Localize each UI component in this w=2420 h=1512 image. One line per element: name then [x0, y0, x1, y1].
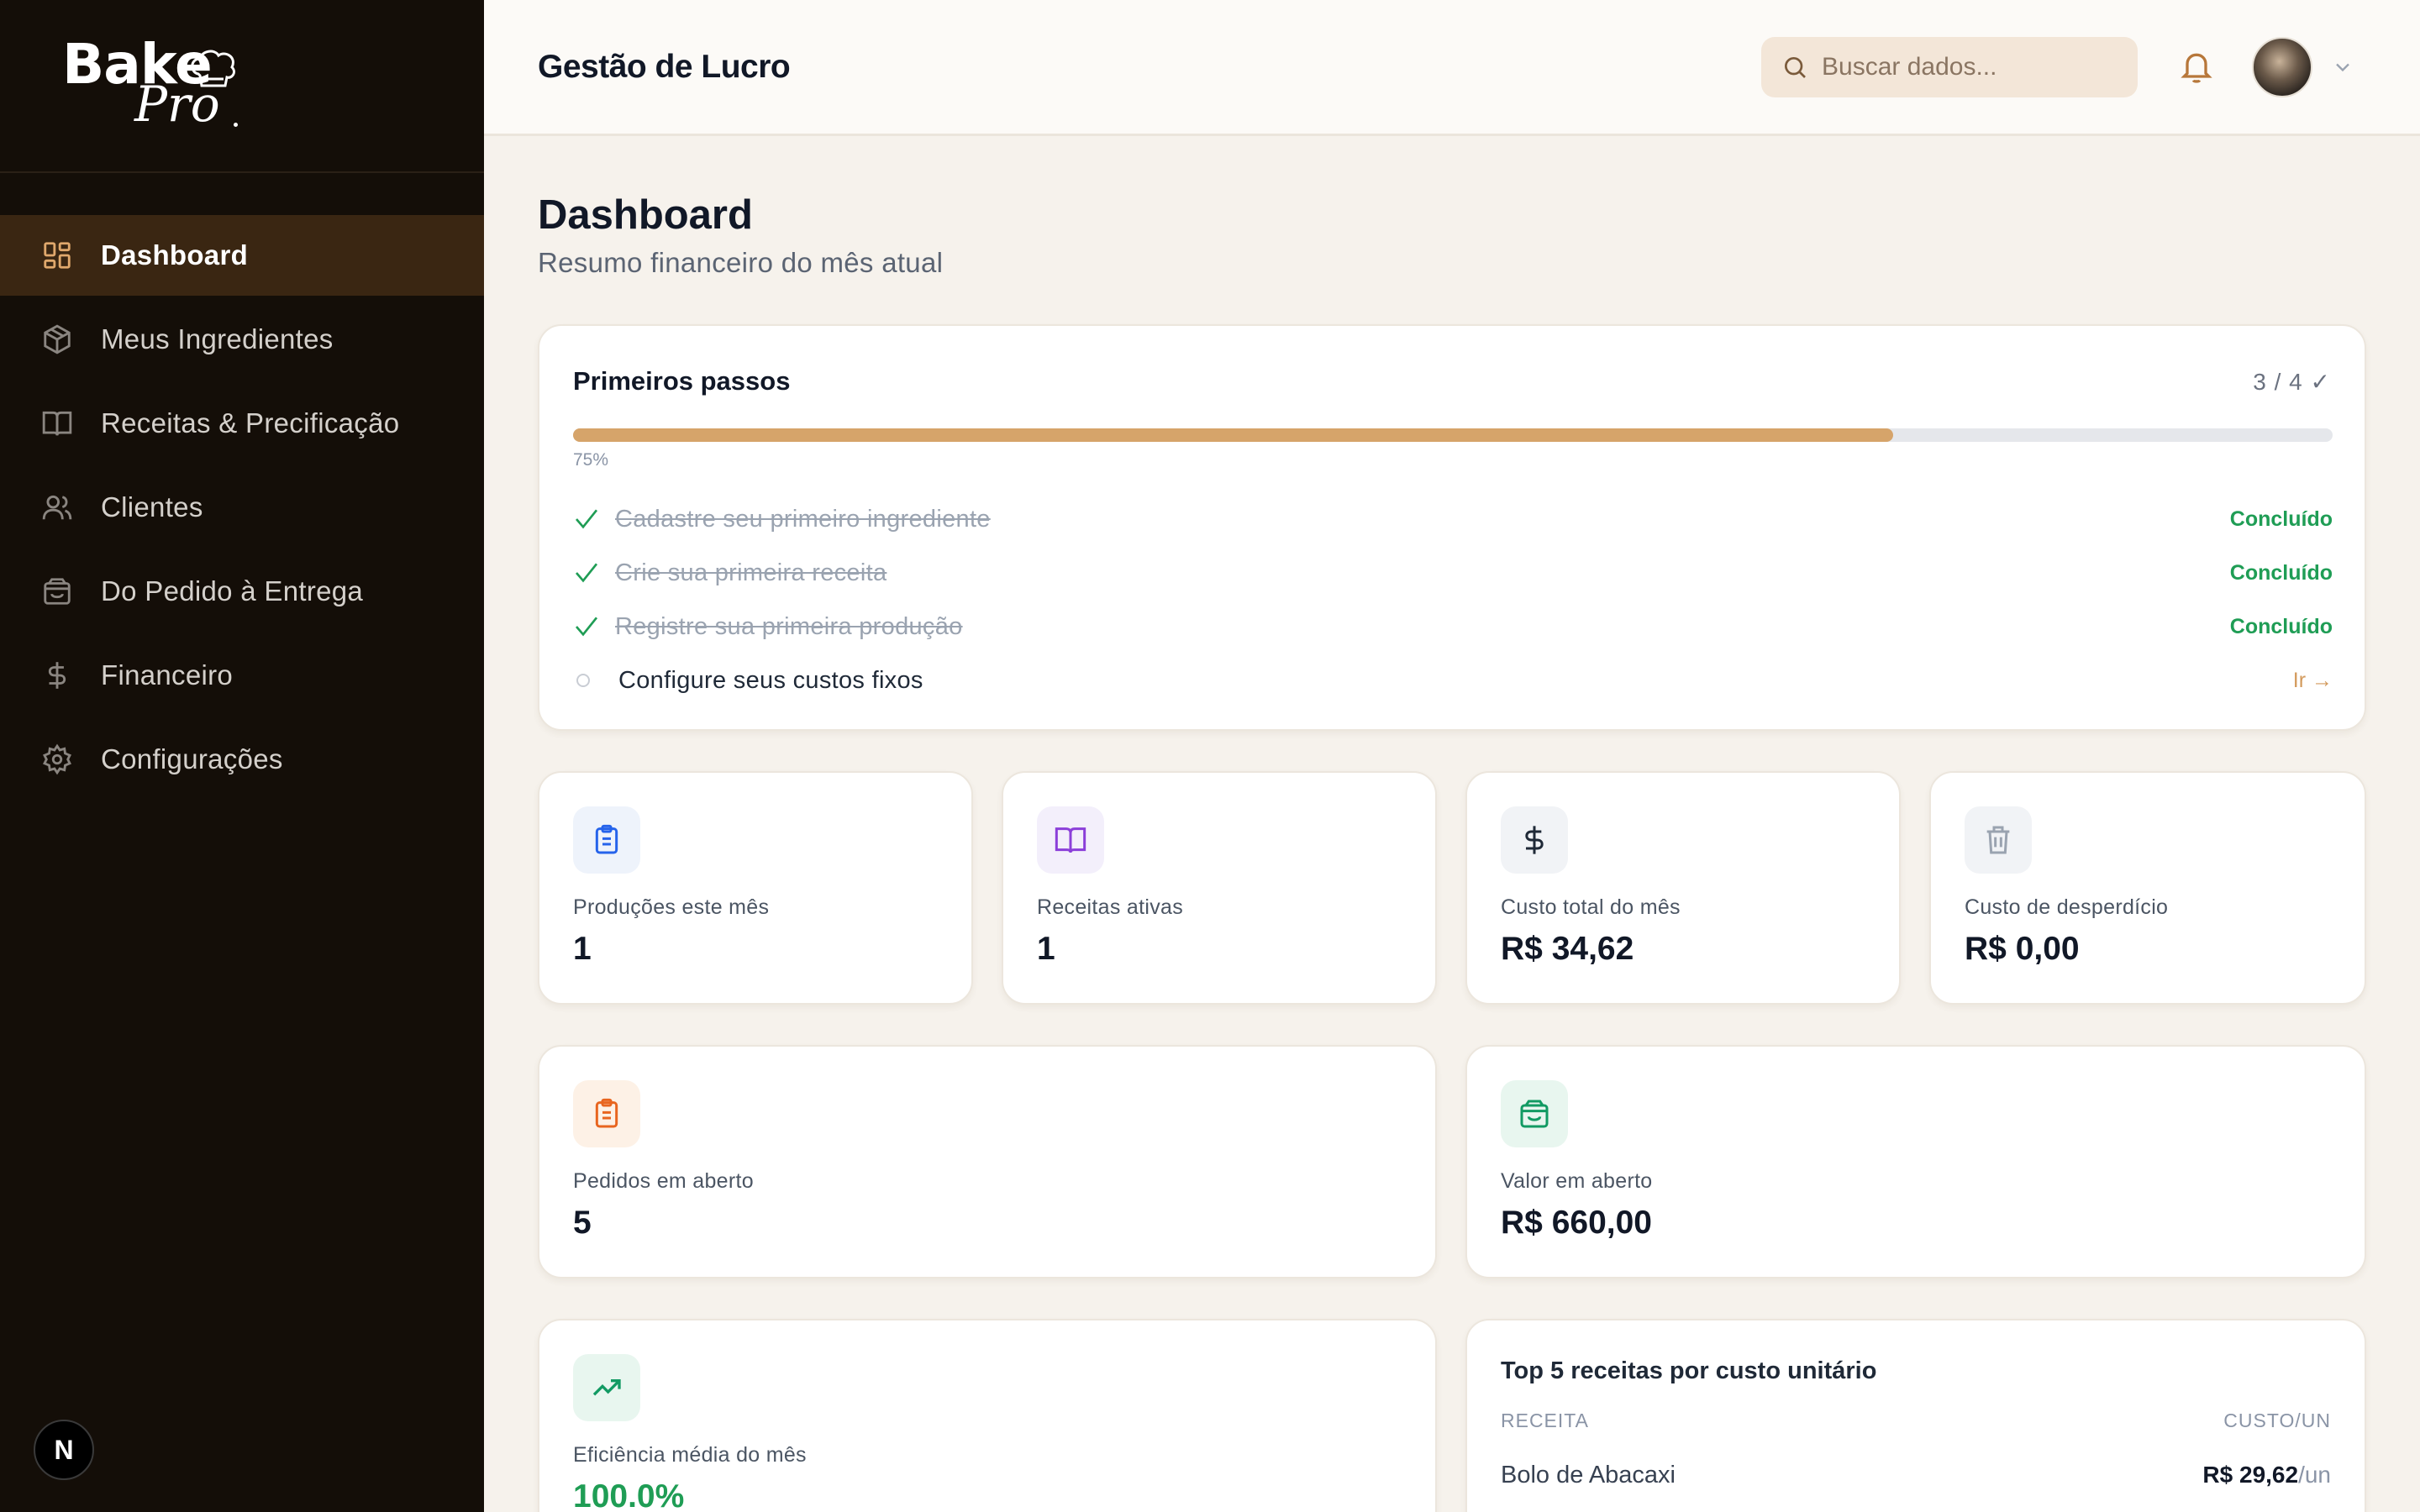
- sidebar-item-label: Clientes: [101, 491, 203, 522]
- logo-subtext: Pro: [134, 76, 220, 133]
- clipboard-icon: [573, 1080, 640, 1147]
- column-header-cost: CUSTO/UN: [2223, 1410, 2331, 1431]
- bag-icon: [40, 575, 74, 608]
- dollar-icon: [1501, 806, 1568, 874]
- stat-title: Receitas ativas: [1037, 895, 1184, 919]
- stat-title: Pedidos em aberto: [573, 1169, 754, 1193]
- sidebar-item-clientes[interactable]: Clientes: [0, 467, 484, 548]
- sidebar-item-label: Receitas & Precificação: [101, 407, 400, 438]
- stat-card-valor-aberto: Valor em aberto R$ 660,00: [1465, 1045, 2366, 1278]
- trash-icon: [1965, 806, 2032, 874]
- avatar[interactable]: [2252, 37, 2312, 97]
- sidebar-item-receitas[interactable]: Receitas & Precificação: [0, 383, 484, 464]
- check-icon: [575, 617, 598, 637]
- progress-bar: [573, 428, 2333, 442]
- dev-badge[interactable]: N: [34, 1420, 94, 1480]
- stat-card-custo-total: Custo total do mês R$ 34,62: [1465, 771, 1901, 1005]
- users-icon: [40, 491, 74, 524]
- recipe-cost: R$ 29,62/un: [2202, 1462, 2331, 1488]
- cost-unit: /un: [2298, 1462, 2331, 1488]
- topbar: Gestão de Lucro: [484, 0, 2420, 136]
- app-root: Bake Pro Dashboard Meus Ingredientes Rec…: [0, 0, 2420, 1512]
- stat-card-eficiencia: Eficiência média do mês 100.0%: [538, 1319, 1437, 1512]
- sidebar-item-financeiro[interactable]: Financeiro: [0, 635, 484, 716]
- recipe-name: Bolo de Abacaxi: [1501, 1462, 1676, 1488]
- book-icon: [40, 407, 74, 440]
- clipboard-icon: [573, 806, 640, 874]
- stat-card-desperdicio: Custo de desperdício R$ 0,00: [1929, 771, 2366, 1005]
- stat-card-pedidos-abertos: Pedidos em aberto 5: [538, 1045, 1437, 1278]
- step-label: Crie sua primeira receita: [615, 559, 887, 586]
- search-box[interactable]: [1761, 37, 2138, 97]
- chevron-down-icon[interactable]: [2331, 55, 2354, 79]
- trending-up-icon: [573, 1354, 640, 1421]
- sidebar-item-label: Meus Ingredientes: [101, 323, 334, 354]
- gear-icon: [40, 743, 74, 776]
- main-area: Gestão de Lucro Dashboard Resumo finance…: [484, 0, 2420, 1512]
- shopping-bag-icon: [1501, 1080, 1568, 1147]
- sidebar-item-label: Dashboard: [101, 239, 249, 270]
- onboarding-count: 3 / 4 ✓: [2253, 369, 2331, 395]
- stat-card-producoes: Produções este mês 1: [538, 771, 973, 1005]
- stat-title: Custo de desperdício: [1965, 895, 2169, 919]
- step-label: Configure seus custos fixos: [618, 666, 923, 694]
- onboarding-title: Primeiros passos: [573, 366, 791, 396]
- check-icon: [575, 509, 598, 529]
- sidebar: Bake Pro Dashboard Meus Ingredientes Rec…: [0, 0, 484, 1512]
- progress-fill: [573, 428, 1893, 442]
- header-title: Gestão de Lucro: [538, 48, 791, 85]
- onboarding-step[interactable]: Crie sua primeira receita Concluído: [573, 556, 2333, 590]
- stat-value: R$ 34,62: [1501, 931, 1634, 967]
- stat-title: Valor em aberto: [1501, 1169, 1653, 1193]
- cost-value: R$ 29,62: [2202, 1462, 2299, 1488]
- sidebar-item-label: Do Pedido à Entrega: [101, 575, 364, 606]
- stat-value: 5: [573, 1205, 592, 1241]
- circle-icon: [576, 674, 590, 687]
- progress-label: 75%: [573, 450, 609, 470]
- step-go-link[interactable]: Ir →: [2293, 669, 2333, 693]
- page-title: Dashboard: [538, 192, 753, 238]
- onboarding-card: Primeiros passos 3 / 4 ✓ 75% Cadastre se…: [538, 324, 2366, 731]
- sidebar-item-label: Configurações: [101, 743, 283, 774]
- step-label: Cadastre seu primeiro ingrediente: [615, 505, 991, 533]
- stat-value: 100.0%: [573, 1478, 685, 1512]
- step-status: Concluído: [2229, 507, 2333, 531]
- sidebar-item-dashboard[interactable]: Dashboard: [0, 215, 484, 296]
- stat-title: Eficiência média do mês: [573, 1443, 807, 1467]
- box-icon: [40, 323, 74, 356]
- search-input[interactable]: [1822, 53, 2124, 81]
- column-header-recipe: RECEITA: [1501, 1410, 1589, 1431]
- stat-title: Custo total do mês: [1501, 895, 1681, 919]
- page-subtitle: Resumo financeiro do mês atual: [538, 247, 944, 278]
- sidebar-item-label: Financeiro: [101, 659, 234, 690]
- sidebar-item-configuracoes[interactable]: Configurações: [0, 719, 484, 800]
- sidebar-nav: Dashboard Meus Ingredientes Receitas & P…: [0, 215, 484, 803]
- stat-value: 1: [573, 931, 592, 967]
- stat-value: 1: [1037, 931, 1055, 967]
- sidebar-item-pedidos[interactable]: Do Pedido à Entrega: [0, 551, 484, 632]
- stat-value: R$ 660,00: [1501, 1205, 1652, 1241]
- search-icon: [1785, 57, 1806, 78]
- stat-value: R$ 0,00: [1965, 931, 2080, 967]
- stat-title: Produções este mês: [573, 895, 770, 919]
- book-icon: [1037, 806, 1104, 874]
- top5-title: Top 5 receitas por custo unitário: [1501, 1357, 1877, 1384]
- dollar-icon: [40, 659, 74, 692]
- step-status: Concluído: [2229, 560, 2333, 585]
- logo-dot: [234, 123, 238, 127]
- stat-card-receitas: Receitas ativas 1: [1002, 771, 1437, 1005]
- top5-card: Top 5 receitas por custo unitário RECEIT…: [1465, 1319, 2366, 1512]
- sidebar-item-ingredientes[interactable]: Meus Ingredientes: [0, 299, 484, 380]
- step-status: Concluído: [2229, 614, 2333, 638]
- bell-icon[interactable]: [2178, 49, 2215, 86]
- step-label: Registre sua primeira produção: [615, 612, 963, 640]
- onboarding-step[interactable]: Cadastre seu primeiro ingrediente Conclu…: [573, 502, 2333, 536]
- onboarding-step[interactable]: Registre sua primeira produção Concluído: [573, 610, 2333, 643]
- logo[interactable]: Bake Pro: [0, 0, 484, 173]
- dashboard-icon: [40, 239, 74, 272]
- onboarding-step[interactable]: Configure seus custos fixos Ir →: [573, 664, 2333, 697]
- check-icon: [575, 563, 598, 583]
